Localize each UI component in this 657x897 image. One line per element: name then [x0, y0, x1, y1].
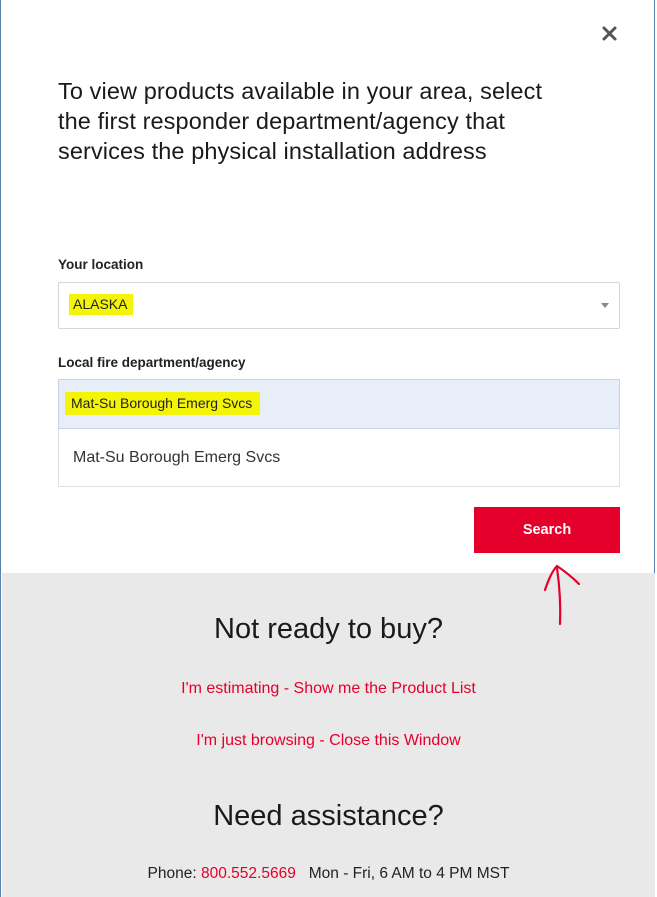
chevron-down-icon	[601, 303, 609, 308]
assistance-heading: Need assistance?	[213, 800, 444, 832]
agency-input[interactable]: Mat-Su Borough Emerg Svcs	[58, 379, 620, 429]
location-selected-value: ALASKA	[69, 294, 134, 315]
agency-option[interactable]: Mat-Su Borough Emerg Svcs	[73, 449, 280, 467]
hours-text: Mon - Fri, 6 AM to 4 PM MST	[308, 865, 510, 882]
product-list-link[interactable]: I'm estimating - Show me the Product Lis…	[2, 680, 655, 698]
location-label: Your location	[58, 257, 144, 272]
location-value-text: ALASKA	[69, 294, 134, 315]
dialog-window: To view products available in your area,…	[0, 0, 655, 897]
contact-line: Phone: 800.552.5669 Mon - Fri, 6 AM to 4…	[2, 865, 655, 883]
close-icon	[602, 26, 617, 41]
phone-link[interactable]: 800.552.5669	[201, 865, 296, 882]
hand-drawn-arrow-annotation	[543, 564, 581, 626]
search-button[interactable]: Search	[474, 507, 620, 553]
dialog-heading: To view products available in your area,…	[58, 78, 543, 164]
agency-label: Local fire department/agency	[58, 355, 246, 370]
close-window-link[interactable]: I'm just browsing - Close this Window	[2, 732, 655, 750]
agency-dropdown[interactable]: Mat-Su Borough Emerg Svcs	[58, 429, 620, 487]
close-button[interactable]	[599, 22, 621, 44]
phone-label: Phone:	[147, 865, 197, 882]
agency-input-value: Mat-Su Borough Emerg Svcs	[65, 392, 261, 415]
agency-input-text: Mat-Su Borough Emerg Svcs	[65, 392, 261, 415]
location-select[interactable]: ALASKA	[58, 282, 620, 329]
